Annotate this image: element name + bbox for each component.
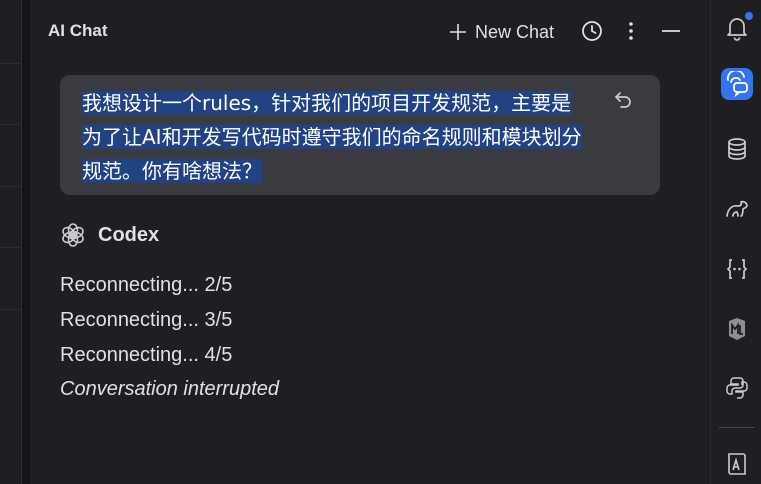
gradle-button[interactable] [721,193,753,225]
markdown-icon [729,318,745,340]
python-button[interactable] [721,372,753,404]
plus-icon [450,24,466,40]
interrupted-message: Conversation interrupted [60,378,280,400]
json-button[interactable] [721,253,753,285]
assistant-header: Codex [60,222,159,248]
markdown-button[interactable] [721,313,753,345]
minimize-icon[interactable] [659,19,683,43]
strip-divider [0,247,21,248]
notification-badge [743,10,755,22]
ai-chat-button[interactable] [721,68,753,100]
reader-mode-button[interactable] [721,448,753,480]
python-icon [726,377,748,399]
strip-divider [0,186,21,187]
toolbar-divider [719,427,755,428]
panel-gap [22,0,30,484]
right-tool-window-bar [710,0,761,484]
undo-icon[interactable] [612,89,634,111]
notifications-button[interactable] [721,10,755,44]
user-message-text[interactable]: 我想设计一个rules，针对我们的项目开发规范，主要是为了让AI和开发写代码时遵… [82,86,582,188]
status-line: Reconnecting... 4/5 [60,344,233,366]
gradle-icon [726,200,748,217]
reader-mode-icon [728,453,746,475]
status-line: Reconnecting... 3/5 [60,309,233,331]
assistant-name: Codex [98,223,160,246]
new-chat-button[interactable]: New Chat [449,18,554,46]
user-message-bubble: 我想设计一个rules，针对我们的项目开发规范，主要是为了让AI和开发写代码时遵… [60,75,660,195]
strip-divider [0,124,21,125]
openai-logo-icon [62,223,84,247]
chat-header: AI Chat New Chat [30,0,702,62]
json-icon [726,259,748,279]
strip-divider [0,309,21,310]
ai-chat-panel: AI Chat New Chat 我想设计一个rules，针对我们的项目开发规范… [30,0,702,484]
new-chat-label: New Chat [475,21,555,42]
ai-chat-icon [727,71,748,97]
strip-divider [0,63,21,64]
database-icon [728,138,746,160]
status-line: Reconnecting... 2/5 [60,274,233,296]
history-icon[interactable] [580,19,604,43]
database-button[interactable] [721,133,753,165]
panel-title: AI Chat [48,21,108,40]
left-editor-strip [0,0,22,484]
user-message-selection: 我想设计一个rules，针对我们的项目开发规范，主要是为了让AI和开发写代码时遵… [82,91,582,183]
more-options-icon[interactable] [619,19,643,43]
